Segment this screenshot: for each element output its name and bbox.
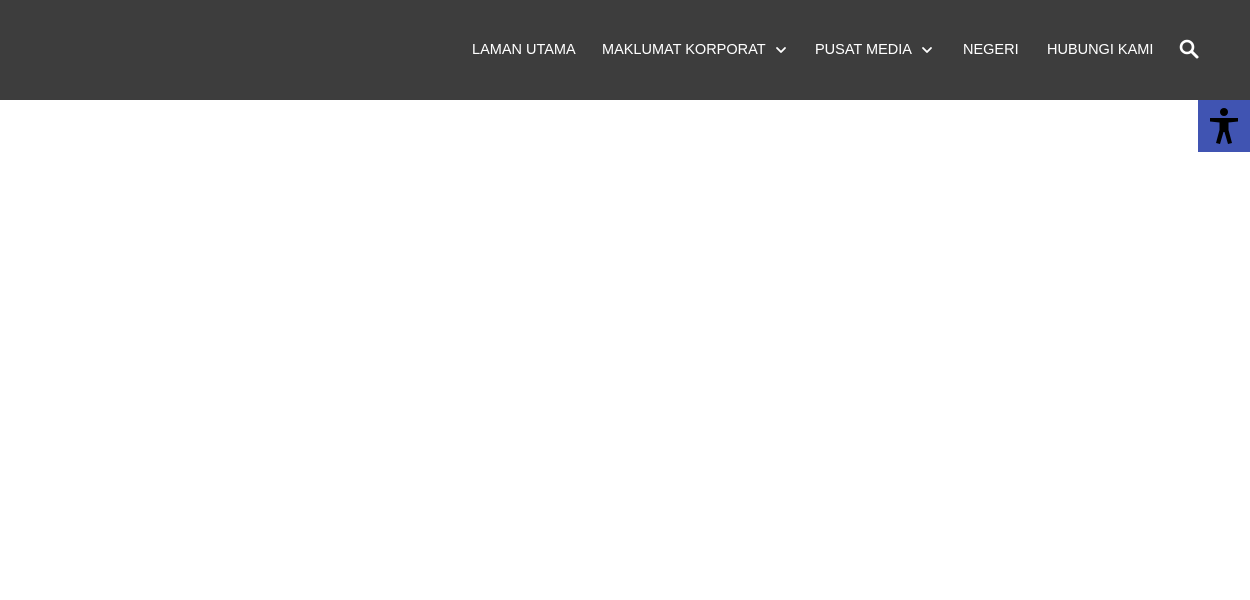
page-content [0,100,1250,600]
nav-maklumat-korporat[interactable]: MAKLUMAT KORPORAT [602,0,788,100]
nav-pusat-media-label: PUSAT MEDIA [815,42,912,58]
nav-maklumat-korporat-label: MAKLUMAT KORPORAT [602,42,766,58]
nav-negeri[interactable]: NEGERI [963,0,1019,100]
nav-hubungi-kami[interactable]: HUBUNGI KAMI [1047,0,1153,100]
nav-laman-utama[interactable]: LAMAN UTAMA [472,0,576,100]
accessibility-icon [1210,108,1238,144]
accessibility-button[interactable] [1198,100,1250,152]
nav-laman-utama-label: LAMAN UTAMA [472,42,576,58]
search-button[interactable] [1178,38,1200,60]
nav-negeri-label: NEGERI [963,42,1019,58]
search-icon [1179,39,1199,59]
site-header: LAMAN UTAMA MAKLUMAT KORPORAT PUSAT MEDI… [0,0,1250,100]
nav-hubungi-kami-label: HUBUNGI KAMI [1047,42,1154,58]
chevron-down-icon [922,47,932,53]
chevron-down-icon [775,47,786,53]
nav-pusat-media[interactable]: PUSAT MEDIA [815,0,934,100]
